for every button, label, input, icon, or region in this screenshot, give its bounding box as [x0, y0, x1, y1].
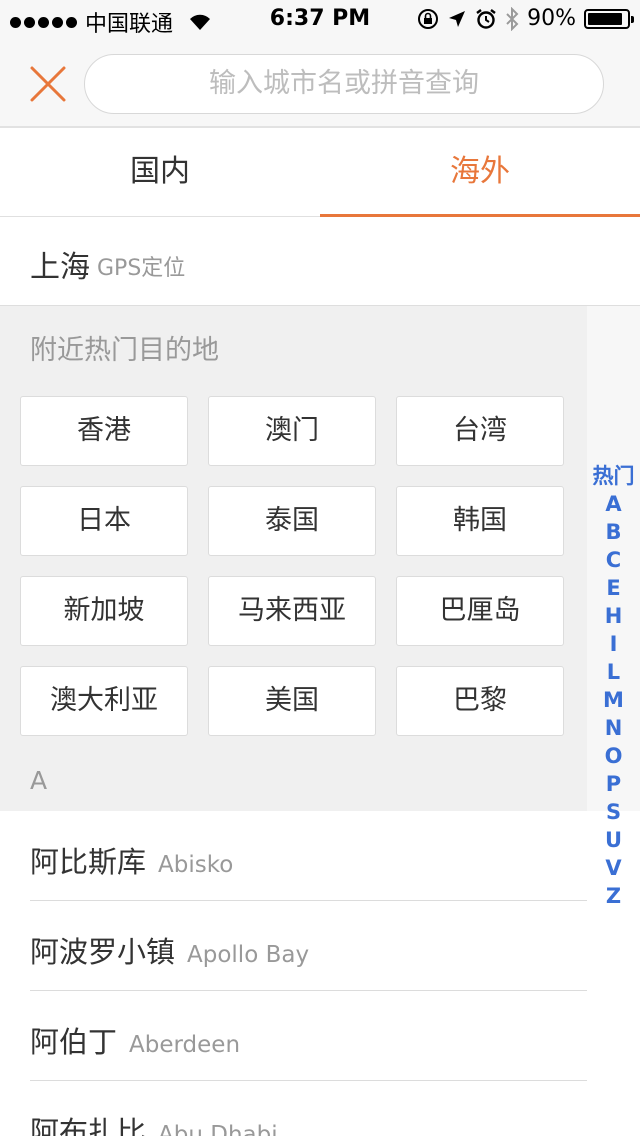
city-name-en: Apollo Bay: [187, 942, 310, 968]
alarm-icon: [476, 8, 496, 29]
section-header-a: A: [30, 766, 48, 795]
index-item[interactable]: O: [605, 742, 623, 770]
hot-destination-chip[interactable]: 巴黎: [396, 666, 564, 736]
gps-location-row[interactable]: 上海 GPS定位: [0, 218, 640, 306]
city-name-cn: 阿比斯库: [30, 845, 147, 879]
hot-destination-chip[interactable]: 香港: [20, 396, 188, 466]
index-item[interactable]: N: [605, 714, 623, 742]
battery-fill: [588, 12, 623, 25]
index-item[interactable]: E: [606, 574, 620, 602]
hot-destination-chip[interactable]: 巴厘岛: [396, 576, 564, 646]
city-row[interactable]: 阿比斯库 Abisko: [0, 811, 640, 901]
city-search-input[interactable]: 输入城市名或拼音查询: [84, 54, 604, 114]
close-icon[interactable]: [28, 64, 68, 104]
city-row[interactable]: 阿伯丁 Aberdeen: [0, 991, 640, 1081]
tab-domestic[interactable]: 国内: [0, 130, 320, 216]
battery-percent: 90%: [527, 6, 576, 31]
region-tabs: 国内 海外: [0, 130, 640, 217]
hot-destination-chip[interactable]: 台湾: [396, 396, 564, 466]
city-name-cn: 阿布扎比: [30, 1115, 147, 1136]
index-item[interactable]: P: [606, 770, 621, 798]
hot-destination-chip[interactable]: 澳门: [208, 396, 376, 466]
hot-destination-chip[interactable]: 韩国: [396, 486, 564, 556]
index-item[interactable]: C: [606, 546, 621, 574]
hot-destinations: 附近热门目的地 香港 澳门 台湾 日本 泰国 韩国 新加坡 马来西亚 巴厘岛 澳…: [0, 306, 587, 811]
index-item-hot[interactable]: 热门: [593, 462, 635, 490]
index-item[interactable]: L: [607, 658, 620, 686]
search-placeholder: 输入城市名或拼音查询: [209, 68, 479, 99]
city-row[interactable]: 阿布扎比 Abu Dhabi: [0, 1081, 640, 1136]
status-bar: 中国联通 6:37 PM 90%: [0, 0, 640, 40]
hot-destination-chip[interactable]: 泰国: [208, 486, 376, 556]
index-item[interactable]: M: [603, 686, 624, 714]
hot-destination-chip[interactable]: 澳大利亚: [20, 666, 188, 736]
hot-destinations-title: 附近热门目的地: [30, 335, 219, 366]
status-right: 90%: [417, 6, 634, 31]
gps-tag: GPS定位: [97, 256, 186, 281]
city-name-en: Aberdeen: [129, 1032, 241, 1058]
city-name-cn: 阿伯丁: [30, 1025, 118, 1059]
hot-destination-chip[interactable]: 马来西亚: [208, 576, 376, 646]
city-name-en: Abisko: [158, 852, 234, 878]
index-item[interactable]: A: [605, 490, 621, 518]
city-name-cn: 阿波罗小镇: [30, 935, 176, 969]
hot-destination-chip[interactable]: 新加坡: [20, 576, 188, 646]
hot-destinations-grid: 香港 澳门 台湾 日本 泰国 韩国 新加坡 马来西亚 巴厘岛 澳大利亚 美国 巴…: [20, 396, 564, 736]
bluetooth-icon: [506, 6, 519, 31]
rotation-lock-icon: [418, 8, 439, 29]
gps-city: 上海: [30, 250, 90, 285]
city-list: 阿比斯库 Abisko 阿波罗小镇 Apollo Bay 阿伯丁 Aberdeen 阿…: [0, 811, 640, 1136]
hot-destination-chip[interactable]: 美国: [208, 666, 376, 736]
location-arrow-icon: [449, 10, 466, 27]
search-header: 输入城市名或拼音查询: [0, 40, 640, 128]
index-item[interactable]: B: [605, 518, 621, 546]
index-item[interactable]: I: [610, 630, 618, 658]
battery-icon: [584, 8, 634, 29]
index-item[interactable]: H: [605, 602, 623, 630]
hot-destination-chip[interactable]: 日本: [20, 486, 188, 556]
city-name-en: Abu Dhabi: [158, 1122, 278, 1136]
tab-overseas[interactable]: 海外: [320, 130, 640, 217]
city-row[interactable]: 阿波罗小镇 Apollo Bay: [0, 901, 640, 991]
